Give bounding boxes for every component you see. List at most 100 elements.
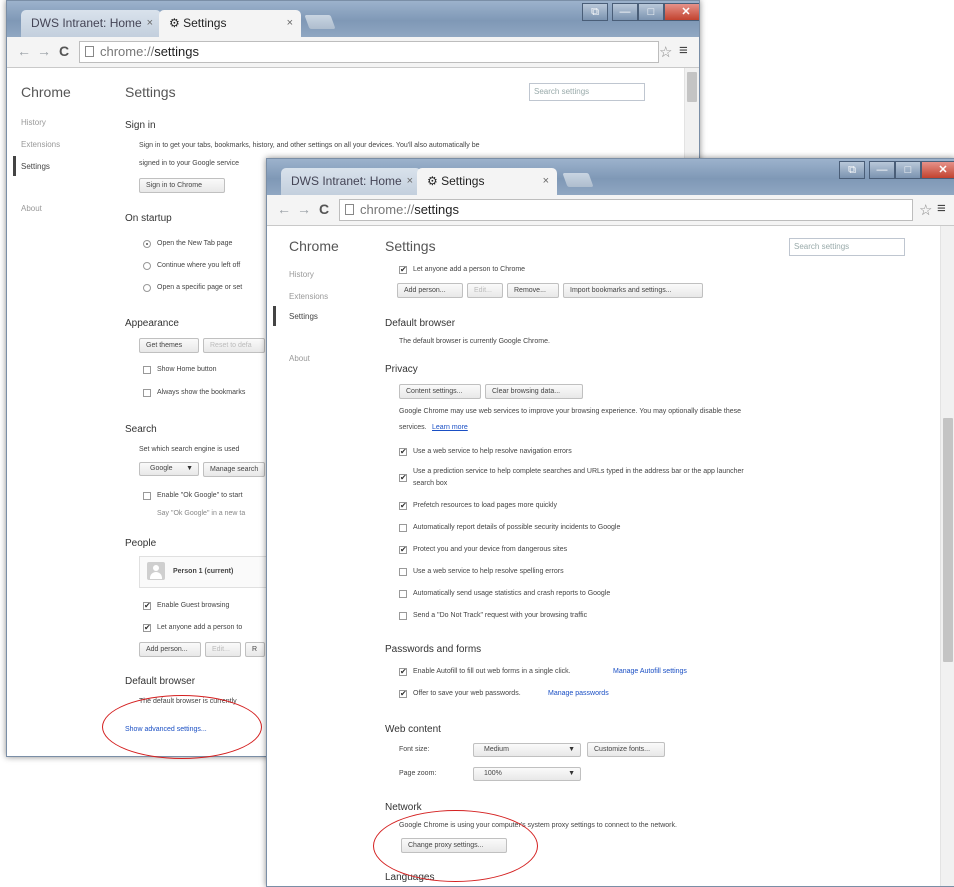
startup-radio-newtab[interactable] — [143, 240, 151, 248]
sidebar-item-about[interactable]: About — [21, 204, 42, 213]
back-arrow-icon[interactable]: ← — [17, 43, 31, 59]
toolbar: ← → C chrome://settings ☆ ≡ — [7, 37, 699, 68]
add-person-button[interactable]: Add person... — [397, 283, 463, 298]
search-input[interactable]: Search settings — [789, 238, 905, 256]
restore-icon[interactable]: ⧉ — [839, 161, 865, 179]
reload-icon[interactable]: C — [59, 43, 69, 59]
privacy-checkbox-security-incidents[interactable] — [399, 524, 407, 532]
reset-theme-button[interactable]: Reset to defa — [203, 338, 265, 353]
sidebar-item-about[interactable]: About — [289, 354, 310, 363]
bookmark-star-icon[interactable]: ☆ — [659, 43, 672, 61]
autofill-checkbox[interactable]: ✔ — [399, 668, 407, 676]
tab-settings[interactable]: ⚙ Settings × — [159, 10, 301, 37]
minimize-icon[interactable]: — — [869, 161, 895, 179]
font-size-select[interactable]: Medium ▼ — [473, 743, 581, 757]
search-input[interactable]: Search settings — [529, 83, 645, 101]
privacy-checkbox-nav-errors[interactable]: ✔ — [399, 448, 407, 456]
scrollbar[interactable] — [940, 226, 954, 886]
new-tab-button[interactable] — [562, 173, 594, 187]
privacy-checkbox-dangerous-sites[interactable]: ✔ — [399, 546, 407, 554]
startup-option-label: Continue where you left off — [157, 262, 241, 269]
scrollbar-thumb[interactable] — [687, 72, 697, 102]
learn-more-link[interactable]: Learn more — [432, 424, 468, 431]
show-advanced-settings-link[interactable]: Show advanced settings... — [125, 726, 207, 733]
menu-icon[interactable]: ≡ — [937, 200, 946, 217]
edit-person-button[interactable]: Edit... — [205, 642, 241, 657]
scrollbar-thumb[interactable] — [943, 418, 953, 662]
search-engine-value: Google — [150, 465, 173, 472]
sidebar-item-settings[interactable]: Settings — [289, 312, 318, 321]
startup-radio-continue[interactable] — [143, 262, 151, 270]
privacy-checkbox-prediction[interactable]: ✔ — [399, 474, 407, 482]
edit-person-button[interactable]: Edit... — [467, 283, 503, 298]
clear-browsing-data-button[interactable]: Clear browsing data... — [485, 384, 583, 399]
offer-save-passwords-checkbox[interactable]: ✔ — [399, 690, 407, 698]
reload-icon[interactable]: C — [319, 201, 329, 217]
page-zoom-select[interactable]: 100% ▼ — [473, 767, 581, 781]
minimize-icon[interactable]: — — [612, 3, 638, 21]
content-settings-button[interactable]: Content settings... — [399, 384, 481, 399]
startup-radio-specific[interactable] — [143, 284, 151, 292]
anyone-add-checkbox[interactable]: ✔ — [399, 266, 407, 274]
maximize-icon[interactable]: □ — [638, 3, 664, 21]
close-tab-icon[interactable]: × — [287, 10, 293, 37]
forward-arrow-icon[interactable]: → — [37, 43, 51, 59]
privacy-header: Privacy — [385, 364, 418, 375]
sidebar-selection-indicator — [273, 306, 276, 326]
privacy-option-label: Use a web service to help resolve spelli… — [413, 568, 564, 575]
sidebar-item-settings[interactable]: Settings — [21, 162, 50, 171]
maximize-icon[interactable]: □ — [895, 161, 921, 179]
menu-icon[interactable]: ≡ — [679, 42, 688, 59]
close-tab-icon[interactable]: × — [543, 168, 549, 195]
offer-save-passwords-label: Offer to save your web passwords. — [413, 690, 521, 697]
close-tab-icon[interactable]: × — [407, 168, 413, 195]
sidebar-item-history[interactable]: History — [21, 118, 46, 127]
ok-google-checkbox[interactable] — [143, 492, 151, 500]
signin-header: Sign in — [125, 120, 156, 131]
privacy-checkbox-do-not-track[interactable] — [399, 612, 407, 620]
tab-dws-intranet[interactable]: DWS Intranet: Home × — [281, 168, 421, 195]
anyone-add-checkbox[interactable]: ✔ — [143, 624, 151, 632]
tab-settings[interactable]: ⚙ Settings × — [417, 168, 557, 195]
manage-search-button[interactable]: Manage search — [203, 462, 265, 477]
get-themes-button[interactable]: Get themes — [139, 338, 199, 353]
address-bar[interactable]: chrome://settings — [79, 41, 659, 63]
tab-dws-intranet[interactable]: DWS Intranet: Home × — [21, 10, 161, 37]
show-bookmarks-checkbox[interactable] — [143, 389, 151, 397]
show-home-checkbox[interactable] — [143, 366, 151, 374]
show-home-label: Show Home button — [157, 366, 217, 373]
privacy-checkbox-usage-stats[interactable] — [399, 590, 407, 598]
restore-icon[interactable]: ⧉ — [582, 3, 608, 21]
back-arrow-icon[interactable]: ← — [277, 201, 291, 217]
sign-in-button[interactable]: Sign in to Chrome — [139, 178, 225, 193]
avatar — [147, 562, 165, 580]
customize-fonts-button[interactable]: Customize fonts... — [587, 742, 665, 757]
manage-autofill-link[interactable]: Manage Autofill settings — [613, 668, 687, 675]
new-tab-button[interactable] — [304, 15, 336, 29]
forward-arrow-icon[interactable]: → — [297, 201, 311, 217]
default-browser-header: Default browser — [125, 676, 196, 687]
guest-checkbox[interactable]: ✔ — [143, 602, 151, 610]
close-window-icon[interactable]: ✕ — [664, 3, 699, 21]
remove-person-button[interactable]: Remove... — [507, 283, 559, 298]
sidebar-item-extensions[interactable]: Extensions — [21, 140, 60, 149]
privacy-option-label: Protect you and your device from dangero… — [413, 546, 568, 553]
search-engine-select[interactable]: Google ▼ — [139, 462, 199, 476]
privacy-checkbox-prefetch[interactable]: ✔ — [399, 502, 407, 510]
close-tab-icon[interactable]: × — [147, 10, 153, 37]
remove-person-button[interactable]: R — [245, 642, 265, 657]
manage-passwords-link[interactable]: Manage passwords — [548, 690, 609, 697]
close-window-icon[interactable]: ✕ — [921, 161, 954, 179]
dropdown-arrow-icon: ▼ — [568, 746, 575, 753]
page-icon — [85, 46, 94, 57]
privacy-desc-line1: Google Chrome may use web services to im… — [399, 408, 742, 415]
change-proxy-settings-button[interactable]: Change proxy settings... — [401, 838, 507, 853]
bookmark-star-icon[interactable]: ☆ — [919, 201, 932, 219]
add-person-button[interactable]: Add person... — [139, 642, 201, 657]
sidebar-item-history[interactable]: History — [289, 270, 314, 279]
sidebar-item-extensions[interactable]: Extensions — [289, 292, 328, 301]
import-bookmarks-button[interactable]: Import bookmarks and settings... — [563, 283, 703, 298]
privacy-checkbox-spelling[interactable] — [399, 568, 407, 576]
address-bar[interactable]: chrome://settings — [339, 199, 913, 221]
person-name[interactable]: Person 1 (current) — [173, 568, 233, 575]
